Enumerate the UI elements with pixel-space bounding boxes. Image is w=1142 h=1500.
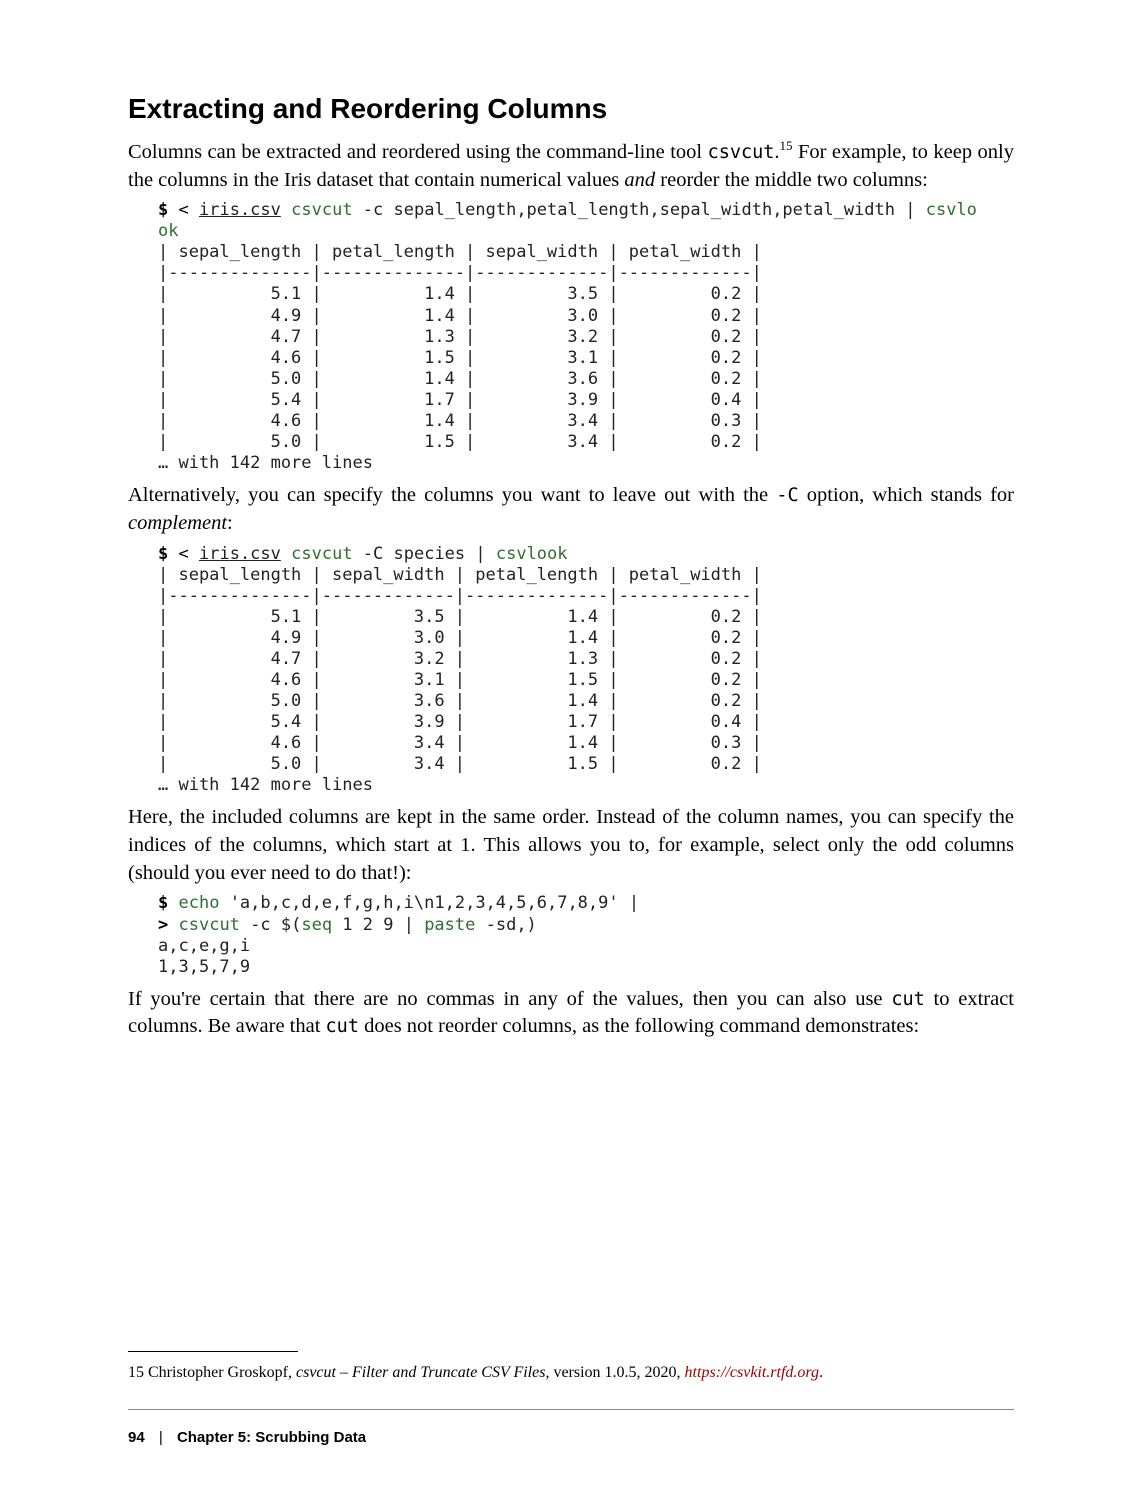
paragraph-1: Columns can be extracted and reordered u… <box>128 137 1014 194</box>
prompt: $ <box>158 544 168 564</box>
inline-code-cut: cut <box>326 1016 359 1037</box>
command-csvcut: csvcut <box>291 544 352 564</box>
table-row: | 5.0 | 1.5 | 3.4 | 0.2 | <box>158 432 762 452</box>
running-footer: 94 | Chapter 5: Scrubbing Data <box>128 1429 366 1446</box>
text: Alternatively, you can specify the colum… <box>128 484 776 506</box>
inline-code-csvcut: csvcut <box>708 142 775 163</box>
args: -sd,) <box>475 915 536 935</box>
code-block-2: $ < iris.csv csvcut -C species | csvlook… <box>158 544 1014 797</box>
table-row: | 5.0 | 3.6 | 1.4 | 0.2 | <box>158 691 762 711</box>
code-block-3: $ echo 'a,b,c,d,e,f,g,h,i\n1,2,3,4,5,6,7… <box>158 893 1014 977</box>
emphasis: complement <box>128 512 227 534</box>
table-row: | 5.1 | 1.4 | 3.5 | 0.2 | <box>158 284 762 304</box>
footnote-rest: , version 1.0.5, 2020, <box>545 1364 684 1381</box>
table-row: | 4.6 | 3.1 | 1.5 | 0.2 | <box>158 670 762 690</box>
table-more: … with 142 more lines <box>158 775 373 795</box>
command-csvlook: csvlook <box>496 544 568 564</box>
text: does not reorder columns, as the followi… <box>359 1015 919 1037</box>
text: If you're certain that there are no comm… <box>128 988 891 1010</box>
footnotes: 15Christopher Groskopf, csvcut – Filter … <box>128 1351 1008 1384</box>
emphasis: and <box>624 169 655 191</box>
table-row: | 4.6 | 1.4 | 3.4 | 0.3 | <box>158 411 762 431</box>
section-heading: Extracting and Reordering Columns <box>128 93 1014 125</box>
footnote-ref-15: 15 <box>780 138 793 153</box>
table-header: | sepal_length | petal_length | sepal_wi… <box>158 242 762 262</box>
page-number: 94 <box>128 1429 145 1446</box>
args: 1 2 9 | <box>332 915 424 935</box>
output: a,c,e,g,i <box>158 936 250 956</box>
footnote-period: . <box>819 1364 823 1381</box>
table-row: | 4.6 | 3.4 | 1.4 | 0.3 | <box>158 733 762 753</box>
table-row: | 5.0 | 1.4 | 3.6 | 0.2 | <box>158 369 762 389</box>
footnote-link[interactable]: https://csvkit.rtfd.org <box>685 1364 820 1381</box>
table-row: | 5.4 | 3.9 | 1.7 | 0.4 | <box>158 712 762 732</box>
text: : <box>227 512 233 534</box>
args: -c $( <box>240 915 301 935</box>
table-more: … with 142 more lines <box>158 453 373 473</box>
redirect: < <box>179 200 189 220</box>
footnote-rule <box>128 1351 298 1352</box>
text: Columns can be extracted and reordered u… <box>128 141 708 163</box>
filename: iris.csv <box>199 544 281 564</box>
table-row: | 4.7 | 1.3 | 3.2 | 0.2 | <box>158 327 762 347</box>
command-csvcut: csvcut <box>291 200 352 220</box>
command-ok: ok <box>158 221 178 241</box>
filename: iris.csv <box>199 200 281 220</box>
text: option, which stands for <box>799 484 1014 506</box>
table-separator: |--------------|--------------|---------… <box>158 263 762 283</box>
table-row: | 5.1 | 3.5 | 1.4 | 0.2 | <box>158 607 762 627</box>
table-row: | 5.0 | 3.4 | 1.5 | 0.2 | <box>158 754 762 774</box>
table-row: | 4.7 | 3.2 | 1.3 | 0.2 | <box>158 649 762 669</box>
footnote-number: 15 <box>128 1362 148 1384</box>
redirect: < <box>179 544 189 564</box>
table-row: | 5.4 | 1.7 | 3.9 | 0.4 | <box>158 390 762 410</box>
chapter-title: Chapter 5: Scrubbing Data <box>177 1429 366 1446</box>
page: Extracting and Reordering Columns Column… <box>0 0 1142 1500</box>
command-echo: echo <box>179 893 220 913</box>
table-row: | 4.9 | 1.4 | 3.0 | 0.2 | <box>158 306 762 326</box>
paragraph-3: Here, the included columns are kept in t… <box>128 804 1014 887</box>
command-csvlo: csvlo <box>926 200 977 220</box>
command-paste: paste <box>424 915 475 935</box>
inline-code-cut: cut <box>891 989 924 1010</box>
code-block-1: $ < iris.csv csvcut -c sepal_length,peta… <box>158 200 1014 474</box>
table-separator: |--------------|-------------|----------… <box>158 586 762 606</box>
running-footer-rule <box>128 1409 1014 1410</box>
command-csvcut: csvcut <box>179 915 240 935</box>
output: 1,3,5,7,9 <box>158 957 250 977</box>
footnote-15: 15Christopher Groskopf, csvcut – Filter … <box>128 1362 1008 1384</box>
prompt: $ <box>158 893 168 913</box>
paragraph-2: Alternatively, you can specify the colum… <box>128 482 1014 537</box>
inline-code-C: -C <box>776 485 798 506</box>
text: reorder the middle two columns: <box>655 169 928 191</box>
table-header: | sepal_length | sepal_width | petal_len… <box>158 565 762 585</box>
footnote-author: Christopher Groskopf, <box>148 1364 296 1381</box>
continuation-prompt: > <box>158 915 168 935</box>
args: -c sepal_length,petal_length,sepal_width… <box>353 200 926 220</box>
table-row: | 4.9 | 3.0 | 1.4 | 0.2 | <box>158 628 762 648</box>
prompt: $ <box>158 200 168 220</box>
args: 'a,b,c,d,e,f,g,h,i\n1,2,3,4,5,6,7,8,9' | <box>219 893 639 913</box>
args: -C species | <box>353 544 496 564</box>
command-seq: seq <box>301 915 332 935</box>
footer-separator: | <box>159 1429 163 1446</box>
table-row: | 4.6 | 1.5 | 3.1 | 0.2 | <box>158 348 762 368</box>
paragraph-4: If you're certain that there are no comm… <box>128 986 1014 1041</box>
footnote-title: csvcut – Filter and Truncate CSV Files <box>296 1364 545 1381</box>
